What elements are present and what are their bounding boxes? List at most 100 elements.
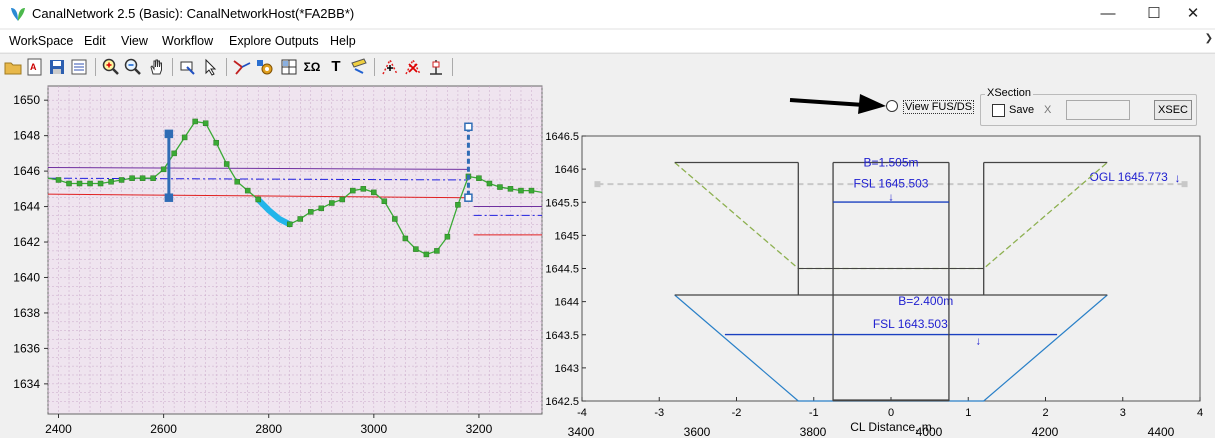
zoom-in-icon[interactable] bbox=[101, 57, 121, 77]
y-tick-label: 1642.5 bbox=[545, 396, 579, 408]
profile-point bbox=[108, 178, 114, 185]
menu-workflow[interactable]: Workflow bbox=[162, 34, 213, 48]
menu-workspace[interactable]: WorkSpace bbox=[9, 34, 73, 48]
ogl-end-marker bbox=[594, 181, 601, 188]
profile-point bbox=[150, 175, 156, 181]
profile-point bbox=[255, 196, 261, 203]
profile-point bbox=[118, 177, 125, 183]
grid-icon[interactable] bbox=[279, 57, 299, 77]
x-tick-label: -2 bbox=[732, 407, 742, 419]
x-tick-label: -4 bbox=[577, 407, 587, 419]
longitudinal-profile-chart[interactable]: 1650 1648 1646 1644 1642 1640 1638 1636 1634 2400… bbox=[0, 80, 548, 438]
view-fus-ds-radio[interactable] bbox=[886, 100, 898, 112]
gear-network-icon[interactable] bbox=[255, 57, 275, 77]
xsection-group-title: XSection bbox=[985, 87, 1034, 99]
profile-point bbox=[66, 180, 72, 187]
lower-fsl-arrow: ↓ bbox=[976, 336, 982, 348]
sigma-icon[interactable]: ΣΩ bbox=[302, 57, 322, 77]
y-tick-label: 1644 bbox=[13, 200, 40, 214]
y-tick-label: 1648 bbox=[13, 129, 40, 143]
profile-point bbox=[202, 120, 209, 126]
profile-point bbox=[329, 200, 335, 206]
profile-point bbox=[518, 187, 524, 194]
profile-point bbox=[55, 177, 62, 183]
y-tick-label: 1643.5 bbox=[545, 330, 579, 342]
network-edit-icon[interactable] bbox=[232, 57, 252, 77]
profile-point bbox=[181, 134, 188, 141]
profile-point bbox=[371, 189, 377, 196]
profile-point bbox=[339, 196, 346, 203]
save-icon[interactable] bbox=[47, 57, 67, 77]
node-icon[interactable] bbox=[426, 57, 446, 77]
properties-icon[interactable] bbox=[69, 57, 89, 77]
pencil-draw-icon[interactable] bbox=[349, 57, 369, 77]
profile-point bbox=[171, 150, 177, 157]
section-marker-handle bbox=[164, 193, 174, 202]
add-point-icon[interactable] bbox=[380, 57, 400, 77]
menu-help[interactable]: Help bbox=[330, 34, 356, 48]
x-distance-input[interactable] bbox=[1066, 100, 1130, 120]
profile-point bbox=[486, 180, 493, 187]
pointer-select-icon[interactable] bbox=[201, 57, 221, 77]
save-label: Save bbox=[1009, 104, 1035, 116]
menu-bar: WorkSpace Edit View Workflow Explore Out… bbox=[0, 30, 1215, 52]
y-tick-label: 1645 bbox=[555, 230, 579, 242]
flag-select-icon[interactable] bbox=[178, 57, 198, 77]
profile-point bbox=[455, 202, 461, 208]
title-bar: CanalNetwork 2.5 (Basic): CanalNetworkHo… bbox=[0, 0, 1215, 28]
ogl-label: OGL 1645.773 bbox=[1090, 170, 1169, 184]
lower-bed-width-label: B=2.400m bbox=[898, 294, 953, 308]
window-title: CanalNetwork 2.5 (Basic): CanalNetworkHo… bbox=[32, 6, 355, 21]
menu-explore-outputs[interactable]: Explore Outputs bbox=[229, 34, 319, 48]
profile-point bbox=[444, 233, 451, 240]
y-tick-label: 1646.5 bbox=[545, 131, 579, 143]
minimize-button[interactable]: — bbox=[1085, 0, 1131, 26]
profile-point bbox=[318, 205, 325, 212]
profile-point bbox=[360, 186, 367, 192]
cross-section-chart[interactable]: 3400 3600 3800 4000 4200 44001646.516461645.5… bbox=[545, 80, 1215, 438]
profile-point bbox=[423, 251, 430, 258]
y-tick-label: 1645.5 bbox=[545, 197, 579, 209]
x-tick-label: 1 bbox=[965, 407, 971, 419]
app-logo-icon bbox=[11, 8, 25, 21]
text-edit-icon[interactable]: A bbox=[25, 57, 45, 77]
section-marker-handle bbox=[464, 122, 473, 132]
y-tick-label: 1646 bbox=[13, 164, 40, 178]
view-fus-ds-label[interactable]: View FUS/DS bbox=[903, 100, 975, 114]
toolbar: A ΣΩ T bbox=[0, 53, 1215, 81]
y-tick-label: 1646 bbox=[555, 164, 579, 176]
delete-point-icon[interactable] bbox=[403, 57, 423, 77]
menu-overflow-icon[interactable]: ❯ bbox=[1205, 33, 1213, 44]
profile-point bbox=[160, 166, 167, 173]
profile-point bbox=[413, 246, 419, 252]
close-button[interactable]: ✕ bbox=[1170, 0, 1215, 26]
menu-view[interactable]: View bbox=[121, 34, 148, 48]
ogl-arrow: ↓ bbox=[1175, 171, 1181, 185]
x-tick-label: -3 bbox=[654, 407, 664, 419]
profile-point bbox=[213, 139, 219, 146]
upper-fsl-arrow: ↓ bbox=[888, 191, 894, 203]
y-tick-label: 1640 bbox=[13, 270, 40, 284]
y-tick-label: 1644 bbox=[555, 297, 579, 309]
x-tick-label: -1 bbox=[809, 407, 819, 419]
x-tick-label: 2600 bbox=[150, 422, 177, 436]
hidden-axis-tick-label: 4400 bbox=[1148, 425, 1175, 438]
upper-bed-width-label: B=1.505m bbox=[863, 156, 918, 170]
profile-point bbox=[129, 175, 135, 181]
text-tool-icon[interactable]: T bbox=[326, 57, 346, 77]
save-checkbox[interactable] bbox=[992, 104, 1005, 117]
xsec-button[interactable]: XSEC bbox=[1154, 100, 1192, 120]
profile-point bbox=[497, 184, 503, 190]
profile-point bbox=[234, 178, 240, 185]
pan-hand-icon[interactable] bbox=[147, 57, 167, 77]
profile-point bbox=[223, 161, 230, 167]
menu-edit[interactable]: Edit bbox=[84, 34, 106, 48]
x-tick-label: 3000 bbox=[360, 422, 387, 436]
profile-point bbox=[434, 248, 440, 254]
ogl-end-marker bbox=[1181, 181, 1188, 188]
x-tick-label: 2400 bbox=[45, 422, 72, 436]
open-folder-icon[interactable] bbox=[3, 57, 23, 77]
y-tick-label: 1650 bbox=[13, 93, 40, 107]
hidden-axis-tick-label: 3400 bbox=[568, 425, 595, 438]
zoom-out-icon[interactable] bbox=[123, 57, 143, 77]
